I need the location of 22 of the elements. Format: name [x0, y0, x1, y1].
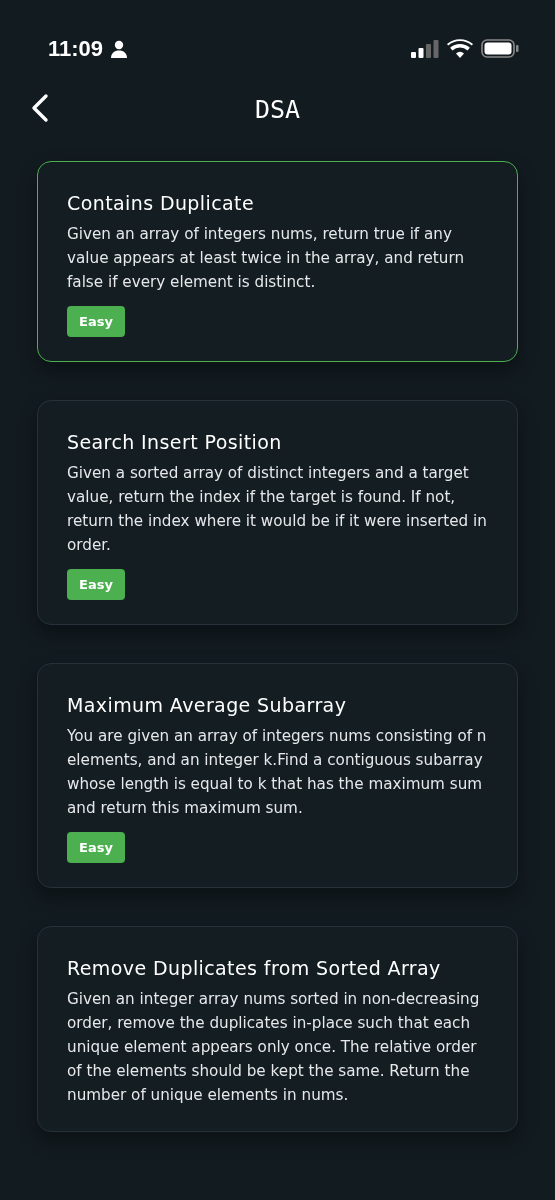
problem-card[interactable]: Contains Duplicate Given an array of integers nums, return true if any value appears at least twice in the array, and return false if every element is distinct. Easy — [37, 161, 518, 362]
problem-card[interactable] — [37, 926, 518, 1132]
problem-title: Search Insert Position — [67, 430, 283, 455]
problem-description: Given an integer array nums sorted in non-decreasing order, remove the duplicates in-place such that each unique element appears only once. The relative order of the elements should be kept the same. Return the number of unique elements in nums. — [67, 988, 481, 1106]
problem-card[interactable] — [37, 400, 518, 625]
problem-description: Given an array of integers nums, return true if any value appears at least twice in the array, and return false if every element is distinct. — [67, 223, 466, 293]
person-icon — [111, 39, 128, 58]
battery-icon — [481, 39, 519, 58]
signal-icon — [411, 39, 439, 58]
page-title: DSA — [254, 94, 301, 127]
problem-title: Maximum Average Subarray — [67, 693, 348, 718]
difficulty-tag: Easy — [67, 831, 125, 863]
problem-card[interactable] — [37, 663, 518, 888]
problem-description: Given a sorted array of distinct integers and a target value, return the index if the target is found. If not, return the index where it would be if it were inserted in order. — [67, 462, 488, 556]
status-time: 11:09 — [48, 35, 104, 63]
problem-title: Contains Duplicate — [67, 191, 255, 216]
difficulty-tag: Easy — [67, 568, 125, 600]
back-icon[interactable] — [30, 93, 50, 123]
problem-description: You are given an array of integers nums consisting of n elements, and an integer k.Find a contiguous subarray whose length is equal to k that has the maximum sum and return this maximum sum. — [67, 725, 488, 819]
problem-title: Remove Duplicates from Sorted Array — [67, 956, 442, 981]
wifi-icon — [447, 39, 473, 58]
difficulty-tag: Easy — [67, 305, 125, 337]
